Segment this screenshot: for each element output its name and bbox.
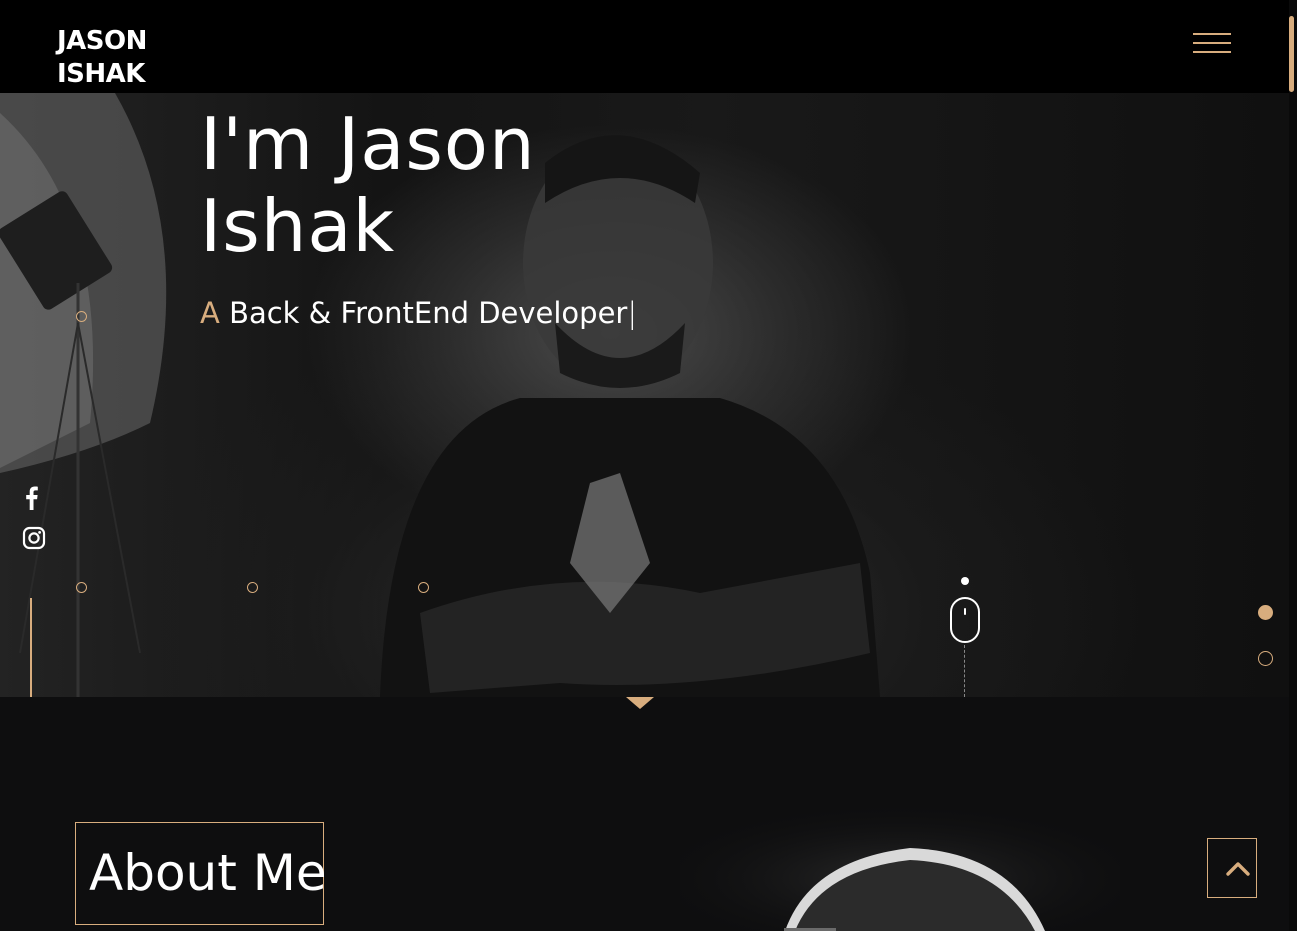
slide-indicator[interactable] [1258, 651, 1273, 666]
hero-title-line: Ishak [200, 184, 396, 268]
scroll-dot [961, 577, 969, 585]
decorative-circle [76, 582, 87, 593]
about-photo [680, 800, 1120, 931]
menu-bar [1193, 33, 1231, 35]
menu-bar [1193, 51, 1231, 53]
hero-subtitle: A Back & FrontEnd Developer| [200, 296, 637, 330]
menu-bar [1193, 42, 1231, 44]
scrollbar-track[interactable] [1289, 0, 1297, 931]
about-title: About Me [89, 844, 327, 902]
scroll-guide-line [964, 645, 965, 697]
facebook-icon[interactable] [22, 486, 46, 510]
site-header: JASON ISHAK [0, 0, 1289, 93]
hamburger-menu-icon[interactable] [1193, 33, 1231, 55]
hero-section: I'm Jason Ishak A Back & FrontEnd Develo… [0, 93, 1289, 697]
scrollbar-thumb[interactable] [1289, 16, 1294, 92]
mouse-scroll-icon[interactable] [950, 597, 980, 643]
decorative-circle [247, 582, 258, 593]
decorative-circle [418, 582, 429, 593]
site-logo[interactable]: JASON ISHAK [57, 25, 147, 91]
logo-line-last: ISHAK [57, 59, 145, 89]
slide-indicator-active[interactable] [1258, 605, 1273, 620]
logo-line-first: JASON [57, 26, 147, 56]
typing-cursor: | [627, 296, 638, 330]
hero-background-image [0, 93, 880, 697]
subtitle-typed-text: Back & FrontEnd Developer [229, 296, 628, 330]
subtitle-prefix: A [200, 296, 220, 330]
social-divider-line [30, 598, 32, 697]
chevron-up-icon [1226, 862, 1250, 876]
hero-title: I'm Jason Ishak [200, 103, 536, 267]
back-to-top-button[interactable] [1207, 838, 1257, 898]
instagram-icon[interactable] [22, 526, 46, 550]
section-down-arrow-icon [626, 697, 654, 709]
decorative-circle [76, 311, 87, 322]
hero-title-line: I'm Jason [200, 102, 536, 186]
